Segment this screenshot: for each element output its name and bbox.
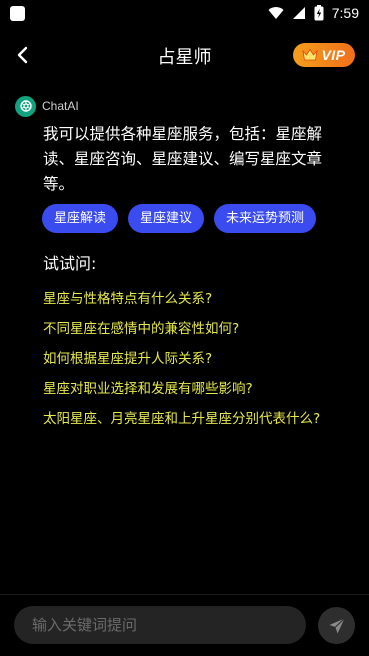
status-bar: 7:59 [0, 0, 369, 26]
openai-logo-icon [19, 100, 32, 112]
vip-label: VIP [321, 47, 346, 63]
status-time: 7:59 [331, 5, 359, 21]
header: 占星师 VIP [0, 36, 369, 74]
status-icons: 7:59 [268, 4, 359, 22]
question-input[interactable] [14, 606, 306, 644]
app-square-icon [10, 6, 25, 21]
battery-charging-icon [314, 5, 324, 21]
suggestion-item[interactable]: 不同星座在感情中的兼容性如何? [43, 319, 363, 349]
vip-button[interactable]: VIP [293, 43, 355, 67]
wifi-icon [268, 7, 284, 20]
suggestion-item[interactable]: 如何根据星座提升人际关系? [43, 349, 363, 379]
signal-icon [292, 7, 305, 19]
suggestion-list: 星座与性格特点有什么关系? 不同星座在感情中的兼容性如何? 如何根据星座提升人际… [43, 289, 363, 439]
chatai-avatar [15, 95, 36, 117]
suggestion-item[interactable]: 星座对职业选择和发展有哪些影响? [43, 379, 363, 409]
crown-icon [302, 48, 319, 61]
bot-name: ChatAI [42, 99, 79, 113]
quick-reply-chips: 星座解读 星座建议 未来运势预测 [42, 204, 317, 233]
suggestion-item[interactable]: 太阳星座、月亮星座和上升星座分别代表什么? [43, 409, 363, 439]
send-icon [329, 617, 345, 633]
send-button[interactable] [318, 607, 355, 644]
bot-header: ChatAI [15, 95, 79, 117]
chip-star-advice[interactable]: 星座建议 [128, 204, 205, 233]
chip-star-reading[interactable]: 星座解读 [42, 204, 119, 233]
input-divider [0, 594, 369, 595]
suggestion-item[interactable]: 星座与性格特点有什么关系? [43, 289, 363, 319]
chip-fortune-forecast[interactable]: 未来运势预测 [214, 204, 317, 233]
bot-message: 我可以提供各种星座服务，包括：星座解读、星座咨询、星座建议、编写星座文章等。 [43, 125, 323, 193]
try-asking-label: 试试问: [43, 254, 97, 273]
